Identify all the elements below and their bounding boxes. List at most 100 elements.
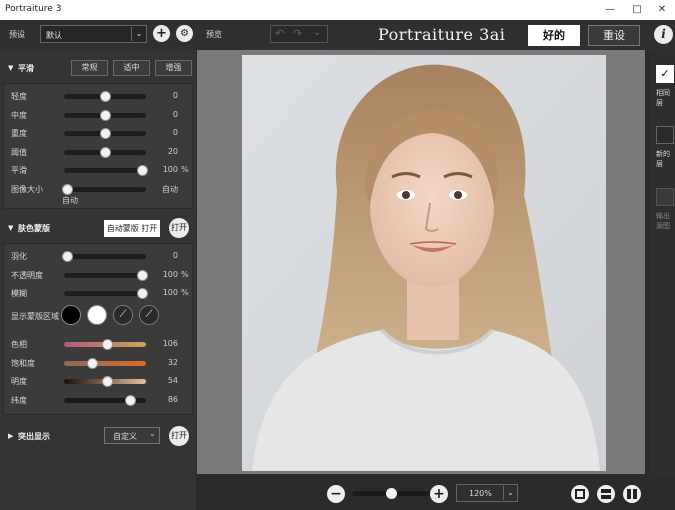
zoom-slider-thumb[interactable] xyxy=(386,488,397,499)
slider-row: 阈值 20 xyxy=(4,143,194,161)
same-layer-label[interactable]: 相同层 xyxy=(656,88,674,108)
slider-label: 饱和度 xyxy=(11,358,35,368)
slider-row: 图像大小 自动 xyxy=(4,180,194,198)
eyedropper-icon[interactable]: ⟋ xyxy=(113,305,133,325)
slider-value: 0 xyxy=(172,128,178,137)
slider-thumb[interactable] xyxy=(136,165,148,176)
slider-thumb[interactable] xyxy=(62,251,74,262)
new-layer-label[interactable]: 新的层 xyxy=(656,149,674,169)
slider-thumb[interactable] xyxy=(124,394,136,406)
slider-track[interactable] xyxy=(64,357,146,369)
slider-thumb[interactable] xyxy=(86,357,98,369)
zoom-slider[interactable] xyxy=(352,488,430,499)
slider-thumb[interactable] xyxy=(62,183,74,195)
slider-row: 羽化 0 xyxy=(4,247,194,265)
eyedropper-add-icon[interactable]: ⟋ xyxy=(139,305,159,325)
slider-row: 中度 0 xyxy=(4,106,194,124)
mask-color-white-swatch[interactable] xyxy=(87,305,107,325)
slider-unit: % xyxy=(181,165,189,174)
slider-row: 纬度 86 xyxy=(4,391,194,409)
slider-label: 阈值 xyxy=(11,147,27,157)
slider-track[interactable] xyxy=(64,128,146,139)
skin-mask-controls: 显示蒙版区域 ⟋ ⟋ 羽化 0 不透明度 100% 模糊 100% 色相 106 饱和度 32 明度… xyxy=(3,243,193,415)
zoom-bar: − + 120% ⌄ xyxy=(197,478,675,510)
slider-track[interactable] xyxy=(64,269,148,281)
zoom-in-icon[interactable]: + xyxy=(430,485,448,503)
output-toolbar: ✓ 相同层 新的层 输出 源图 xyxy=(650,50,675,510)
slider-thumb[interactable] xyxy=(101,339,113,350)
slider-thumb[interactable] xyxy=(100,91,111,102)
slider-thumb[interactable] xyxy=(100,146,111,158)
slider-value: 106 xyxy=(162,339,178,348)
slider-label: 纬度 xyxy=(11,395,27,405)
chevron-down-icon: ⌄ xyxy=(149,429,156,438)
mode-normal-button[interactable]: 常规 xyxy=(71,60,108,76)
auto-mask-button[interactable]: 自动蒙版 打开 xyxy=(104,220,160,237)
slider-thumb[interactable] xyxy=(136,288,148,299)
slider-value: 32 xyxy=(167,357,178,367)
top-toolbar: 预设 默认 ⌄ + ⚙ 预览 ↶ ↷ ⌄ Portraiture 3ai 好的 … xyxy=(0,20,675,50)
mask-color-black-swatch[interactable] xyxy=(61,305,81,325)
add-preset-button[interactable]: + xyxy=(153,25,170,42)
zoom-out-icon[interactable]: − xyxy=(327,485,345,503)
split-horizontal-view-icon[interactable] xyxy=(597,485,615,503)
skin-mask-toggle[interactable]: 打开 xyxy=(169,218,189,238)
zoom-value: 120% xyxy=(469,489,492,498)
slider-track[interactable] xyxy=(64,288,148,299)
slider-track[interactable] xyxy=(64,165,148,176)
slider-row: 不透明度 100% xyxy=(4,266,194,284)
settings-panel: ▼ 平滑 常规 适中 增强 自动 轻度 0 中度 0 重度 0 阈值 20 平滑 100% 图像大小… xyxy=(0,50,196,510)
mode-medium-button[interactable]: 适中 xyxy=(113,60,150,76)
highlight-preset-dropdown[interactable]: 自定义 ⌄ xyxy=(104,427,160,444)
skin-mask-title: 肤色蒙版 xyxy=(18,224,50,233)
slider-row: 色相 106 xyxy=(4,335,194,353)
output-source-label[interactable]: 输出 源图 xyxy=(656,211,674,231)
slider-value: 0 xyxy=(172,251,178,260)
preset-dropdown[interactable]: 默认 ⌄ xyxy=(40,25,147,43)
slider-thumb[interactable] xyxy=(100,109,111,121)
highlight-preset-value: 自定义 xyxy=(113,432,137,441)
slider-track[interactable] xyxy=(64,376,146,387)
new-layer-checkbox[interactable] xyxy=(656,126,674,144)
single-view-icon[interactable] xyxy=(571,485,589,503)
collapse-triangle-icon: ▼ xyxy=(8,64,14,72)
split-vertical-view-icon[interactable] xyxy=(623,485,641,503)
slider-track[interactable] xyxy=(62,251,146,262)
slider-value: 0 xyxy=(172,91,178,100)
portrait-photo[interactable] xyxy=(242,55,606,471)
slider-thumb[interactable] xyxy=(100,128,111,139)
highlight-toggle[interactable]: 打开 xyxy=(169,426,189,446)
app-logo: Portraiture 3ai xyxy=(378,25,506,44)
minimize-button[interactable]: — xyxy=(601,2,619,18)
slider-track[interactable] xyxy=(64,339,146,350)
slider-track[interactable] xyxy=(64,109,146,121)
preset-value: 默认 xyxy=(46,31,62,40)
highlight-header[interactable]: ▶ 突出显示 xyxy=(0,426,196,446)
slider-row: 轻度 0 xyxy=(4,87,194,105)
skin-mask-header[interactable]: ▼ 肤色蒙版 xyxy=(0,218,196,238)
history-dropdown-icon[interactable]: ⌄ xyxy=(313,27,321,38)
gear-icon[interactable]: ⚙ xyxy=(176,25,193,42)
slider-track[interactable] xyxy=(62,183,146,195)
slider-thumb[interactable] xyxy=(136,269,148,281)
slider-thumb[interactable] xyxy=(101,376,113,387)
slider-track[interactable] xyxy=(64,146,146,158)
slider-row: 明度 54 xyxy=(4,372,194,390)
redo-icon[interactable]: ↷ xyxy=(293,27,302,40)
window-title: Portraiture 3 xyxy=(5,4,62,14)
slider-track[interactable] xyxy=(64,394,146,406)
zoom-dropdown[interactable]: 120% ⌄ xyxy=(456,484,518,502)
close-button[interactable]: ✕ xyxy=(653,2,671,18)
highlight-title: 突出显示 xyxy=(18,432,50,441)
slider-track[interactable] xyxy=(64,91,146,102)
undo-icon[interactable]: ↶ xyxy=(275,27,284,40)
mode-strong-button[interactable]: 增强 xyxy=(155,60,192,76)
info-icon[interactable]: i xyxy=(654,25,673,44)
reset-button[interactable]: 重设 xyxy=(588,25,640,46)
ok-button[interactable]: 好的 xyxy=(528,25,580,46)
maximize-button[interactable]: □ xyxy=(628,2,646,18)
preview-label: 预览 xyxy=(206,30,222,39)
output-source-checkbox[interactable] xyxy=(656,188,674,206)
slider-row: 重度 0 xyxy=(4,124,194,142)
checkmark-icon[interactable]: ✓ xyxy=(656,65,674,83)
